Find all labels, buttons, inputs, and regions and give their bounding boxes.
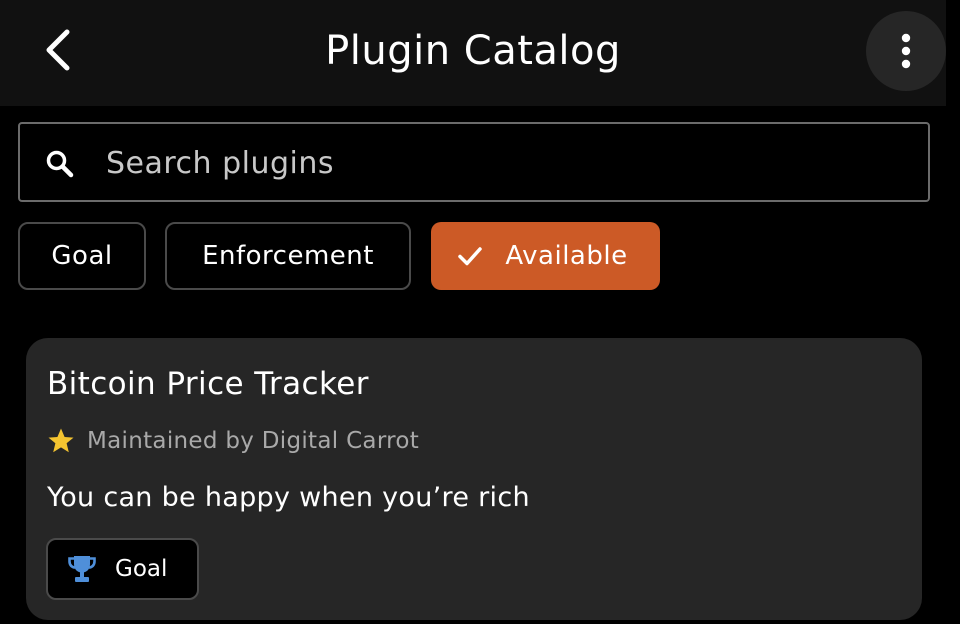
search-icon (46, 150, 74, 178)
filter-chip-label: Goal (51, 241, 113, 271)
plugin-description: You can be happy when you’re rich (47, 482, 530, 513)
check-icon (458, 247, 483, 266)
maintainer-row: Maintained by Digital Carrot (47, 426, 419, 456)
plugin-tag-label: Goal (115, 556, 168, 582)
trophy-icon (68, 556, 96, 582)
top-app-bar: Plugin Catalog (0, 0, 946, 106)
filter-chip-label: Available (505, 241, 628, 271)
filter-chip-goal[interactable]: Goal (18, 222, 146, 290)
more-options-button[interactable] (866, 11, 946, 91)
maintainer-text: Maintained by Digital Carrot (87, 428, 420, 454)
search-input[interactable] (106, 138, 906, 188)
star-icon (48, 428, 74, 453)
more-vertical-icon (901, 33, 911, 69)
filter-chip-available[interactable]: Available (431, 222, 660, 290)
page-title: Plugin Catalog (325, 28, 621, 74)
filter-chip-enforcement[interactable]: Enforcement (165, 222, 411, 290)
plugin-tag-goal[interactable]: Goal (46, 538, 199, 600)
plugin-card[interactable]: Bitcoin Price Tracker Maintained by Digi… (26, 338, 922, 620)
plugin-name: Bitcoin Price Tracker (47, 366, 369, 402)
filter-chip-label: Enforcement (202, 241, 374, 271)
search-bar[interactable] (18, 122, 930, 202)
